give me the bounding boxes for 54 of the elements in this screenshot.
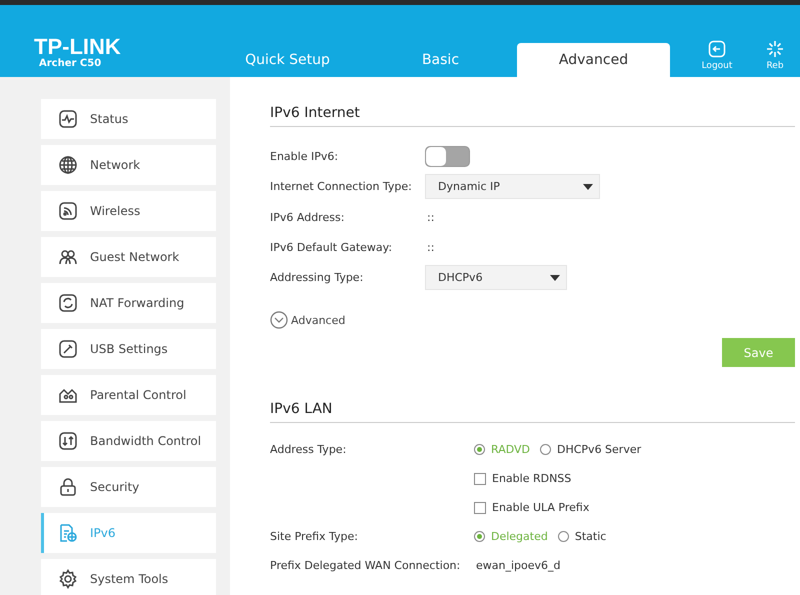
sidebar-item[interactable]: NAT Forwarding	[41, 283, 216, 323]
radio-button[interactable]	[558, 531, 569, 542]
chevron-circle-icon	[270, 311, 288, 329]
dropdown[interactable]: DHCPv6	[425, 265, 567, 290]
section-title: IPv6 Internet	[270, 105, 795, 127]
arrows-icon	[58, 431, 78, 451]
gear-icon	[58, 569, 78, 589]
lock-icon	[58, 477, 78, 497]
checkbox-option[interactable]: Enable ULA Prefix	[474, 501, 590, 514]
checkbox[interactable]	[474, 472, 486, 484]
checkbox-option[interactable]: Enable RDNSS	[474, 472, 572, 485]
caret-icon	[550, 274, 560, 280]
nav-tab[interactable]: Advanced	[517, 43, 670, 77]
field-value: ::	[426, 210, 434, 224]
field-label: Enable IPv6:	[270, 150, 340, 162]
field-label: Site Prefix Type:	[270, 530, 360, 543]
radio-button[interactable]	[474, 531, 485, 542]
field-label: Address Type:	[270, 443, 348, 456]
field-label: Addressing Type:	[270, 271, 364, 284]
wifi-icon	[58, 201, 78, 221]
field-label: IPv6 Default Gateway:	[270, 240, 394, 254]
logout-icon	[708, 40, 726, 58]
refresh-icon	[58, 293, 78, 313]
checkbox[interactable]	[474, 502, 486, 514]
sidebar-item[interactable]: Wireless	[41, 191, 216, 231]
dropdown[interactable]: Dynamic IP	[425, 174, 600, 199]
plug-icon	[58, 339, 78, 359]
radio-button[interactable]	[474, 444, 485, 455]
logo: TP-LINK	[34, 37, 122, 57]
sidebar-item[interactable]: Bandwidth Control	[41, 421, 216, 461]
field-label: Internet Connection Type:	[270, 180, 413, 193]
field-value: ::	[426, 240, 434, 254]
toggle-switch[interactable]	[425, 146, 470, 166]
model-name: Archer C50	[38, 57, 102, 71]
advanced-link[interactable]: Advanced	[270, 311, 346, 329]
sidebar-item[interactable]: Guest Network	[41, 237, 216, 277]
radio-button[interactable]	[540, 444, 551, 455]
pulse-icon	[58, 109, 78, 129]
sidebar-item[interactable]: System Tools	[41, 559, 216, 595]
sidebar-item[interactable]: Status	[41, 99, 216, 139]
radio-option[interactable]: DHCPv6 Server	[540, 443, 642, 456]
field-value: ewan_ipoev6_d	[475, 559, 561, 572]
field-label: Prefix Delegated WAN Connection:	[270, 559, 462, 572]
radio-option[interactable]: Static	[558, 530, 606, 543]
sidebar-item[interactable]: Network	[41, 145, 216, 185]
sidebar-item[interactable]: USB Settings	[41, 329, 216, 369]
reboot-icon	[766, 40, 784, 58]
document-globe-icon	[58, 523, 78, 543]
section-title: IPv6 LAN	[270, 401, 795, 423]
sidebar-item[interactable]: Parental Control	[41, 375, 216, 415]
field-label: IPv6 Address:	[270, 210, 346, 224]
sidebar-item[interactable]: Security	[41, 467, 216, 507]
caret-icon	[583, 184, 593, 190]
globe-icon	[58, 155, 78, 175]
